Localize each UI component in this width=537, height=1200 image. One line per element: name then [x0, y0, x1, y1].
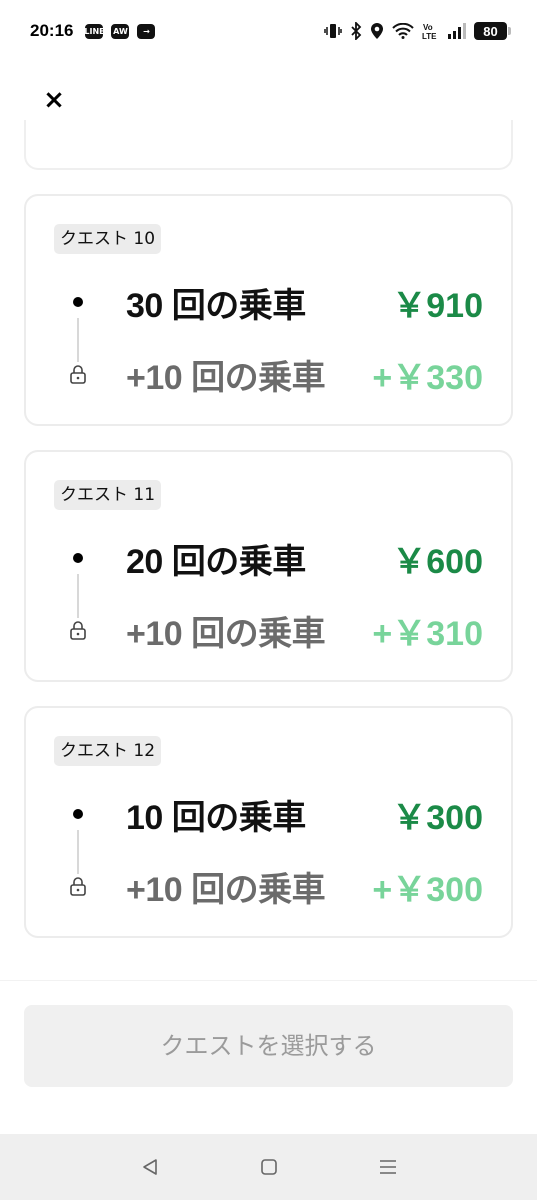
quest-card[interactable]: クエスト 11 20 回の乗車 ￥600 +10 回の乗車 +￥310 — [24, 450, 513, 682]
quest-main-row: 20 回の乗車 ￥600 — [26, 532, 511, 584]
lock-icon — [70, 621, 86, 640]
bullet-icon — [73, 297, 83, 307]
line-app-icon: LINE — [84, 23, 105, 39]
reward-amount: ￥300 — [392, 798, 483, 837]
location-icon — [371, 23, 383, 39]
quest-bonus-row: +10 回の乗車 +￥300 — [26, 860, 511, 912]
signal-icon — [448, 23, 466, 39]
reward-amount: ￥910 — [392, 286, 483, 325]
wifi-icon — [392, 23, 414, 39]
bonus-amount: +￥310 — [372, 614, 483, 653]
aw-app-icon: AW — [111, 23, 130, 39]
nav-back-button[interactable] — [130, 1147, 170, 1187]
quest-tag: クエスト 10 — [54, 224, 162, 254]
ride-count: 30 回の乗車 — [126, 286, 306, 325]
status-time: 20:16 — [30, 21, 74, 40]
reward-amount: ￥600 — [392, 542, 483, 581]
quest-bonus-row: +10 回の乗車 +￥310 — [26, 604, 511, 656]
quest-list: クエスト 10 30 回の乗車 ￥910 +10 回の乗車 +￥330 クエスト… — [24, 194, 513, 962]
bonus-ride-count: +10 回の乗車 — [126, 358, 326, 397]
bullet-icon — [73, 809, 83, 819]
arrow-app-icon: → — [137, 23, 156, 39]
vibrate-icon — [324, 24, 342, 38]
quest-tag: クエスト 11 — [54, 480, 162, 510]
svg-text:LTE: LTE — [422, 32, 437, 40]
close-button[interactable]: × — [40, 86, 68, 114]
bonus-amount: +￥330 — [372, 358, 483, 397]
nav-home-button[interactable] — [249, 1147, 289, 1187]
bullet-icon — [73, 553, 83, 563]
quest-main-row: 10 回の乗車 ￥300 — [26, 788, 511, 840]
status-bar: 20:16 LINE AW → Vo LTE 80 — [0, 0, 537, 62]
quest-card-previous[interactable] — [24, 120, 513, 170]
home-square-icon — [260, 1159, 277, 1175]
bonus-amount: +￥300 — [372, 870, 483, 909]
quest-main-row: 30 回の乗車 ￥910 — [26, 276, 511, 328]
menu-lines-icon — [379, 1160, 396, 1174]
status-right: Vo LTE 80 — [324, 22, 511, 40]
lock-icon — [70, 365, 86, 384]
svg-text:Vo: Vo — [423, 23, 433, 32]
quest-card[interactable]: クエスト 12 10 回の乗車 ￥300 +10 回の乗車 +￥300 — [24, 706, 513, 938]
quest-bonus-row: +10 回の乗車 +￥330 — [26, 348, 511, 400]
ride-count: 20 回の乗車 — [126, 542, 306, 581]
quest-card[interactable]: クエスト 10 30 回の乗車 ￥910 +10 回の乗車 +￥330 — [24, 194, 513, 426]
lock-icon — [70, 877, 86, 896]
status-left: 20:16 LINE AW → — [30, 21, 156, 41]
quest-tag: クエスト 12 — [54, 736, 162, 766]
bonus-ride-count: +10 回の乗車 — [126, 614, 326, 653]
bluetooth-icon — [351, 22, 362, 40]
volte-icon: VoLTE — [422, 23, 437, 40]
system-nav-bar — [0, 1134, 537, 1200]
ride-count: 10 回の乗車 — [126, 798, 306, 837]
select-quest-button[interactable]: クエストを選択する — [24, 1005, 513, 1087]
bottom-divider — [0, 980, 537, 981]
back-triangle-icon — [142, 1159, 157, 1175]
bonus-ride-count: +10 回の乗車 — [126, 870, 326, 909]
battery-icon: 80 — [474, 22, 511, 40]
nav-recents-button[interactable] — [368, 1147, 408, 1187]
